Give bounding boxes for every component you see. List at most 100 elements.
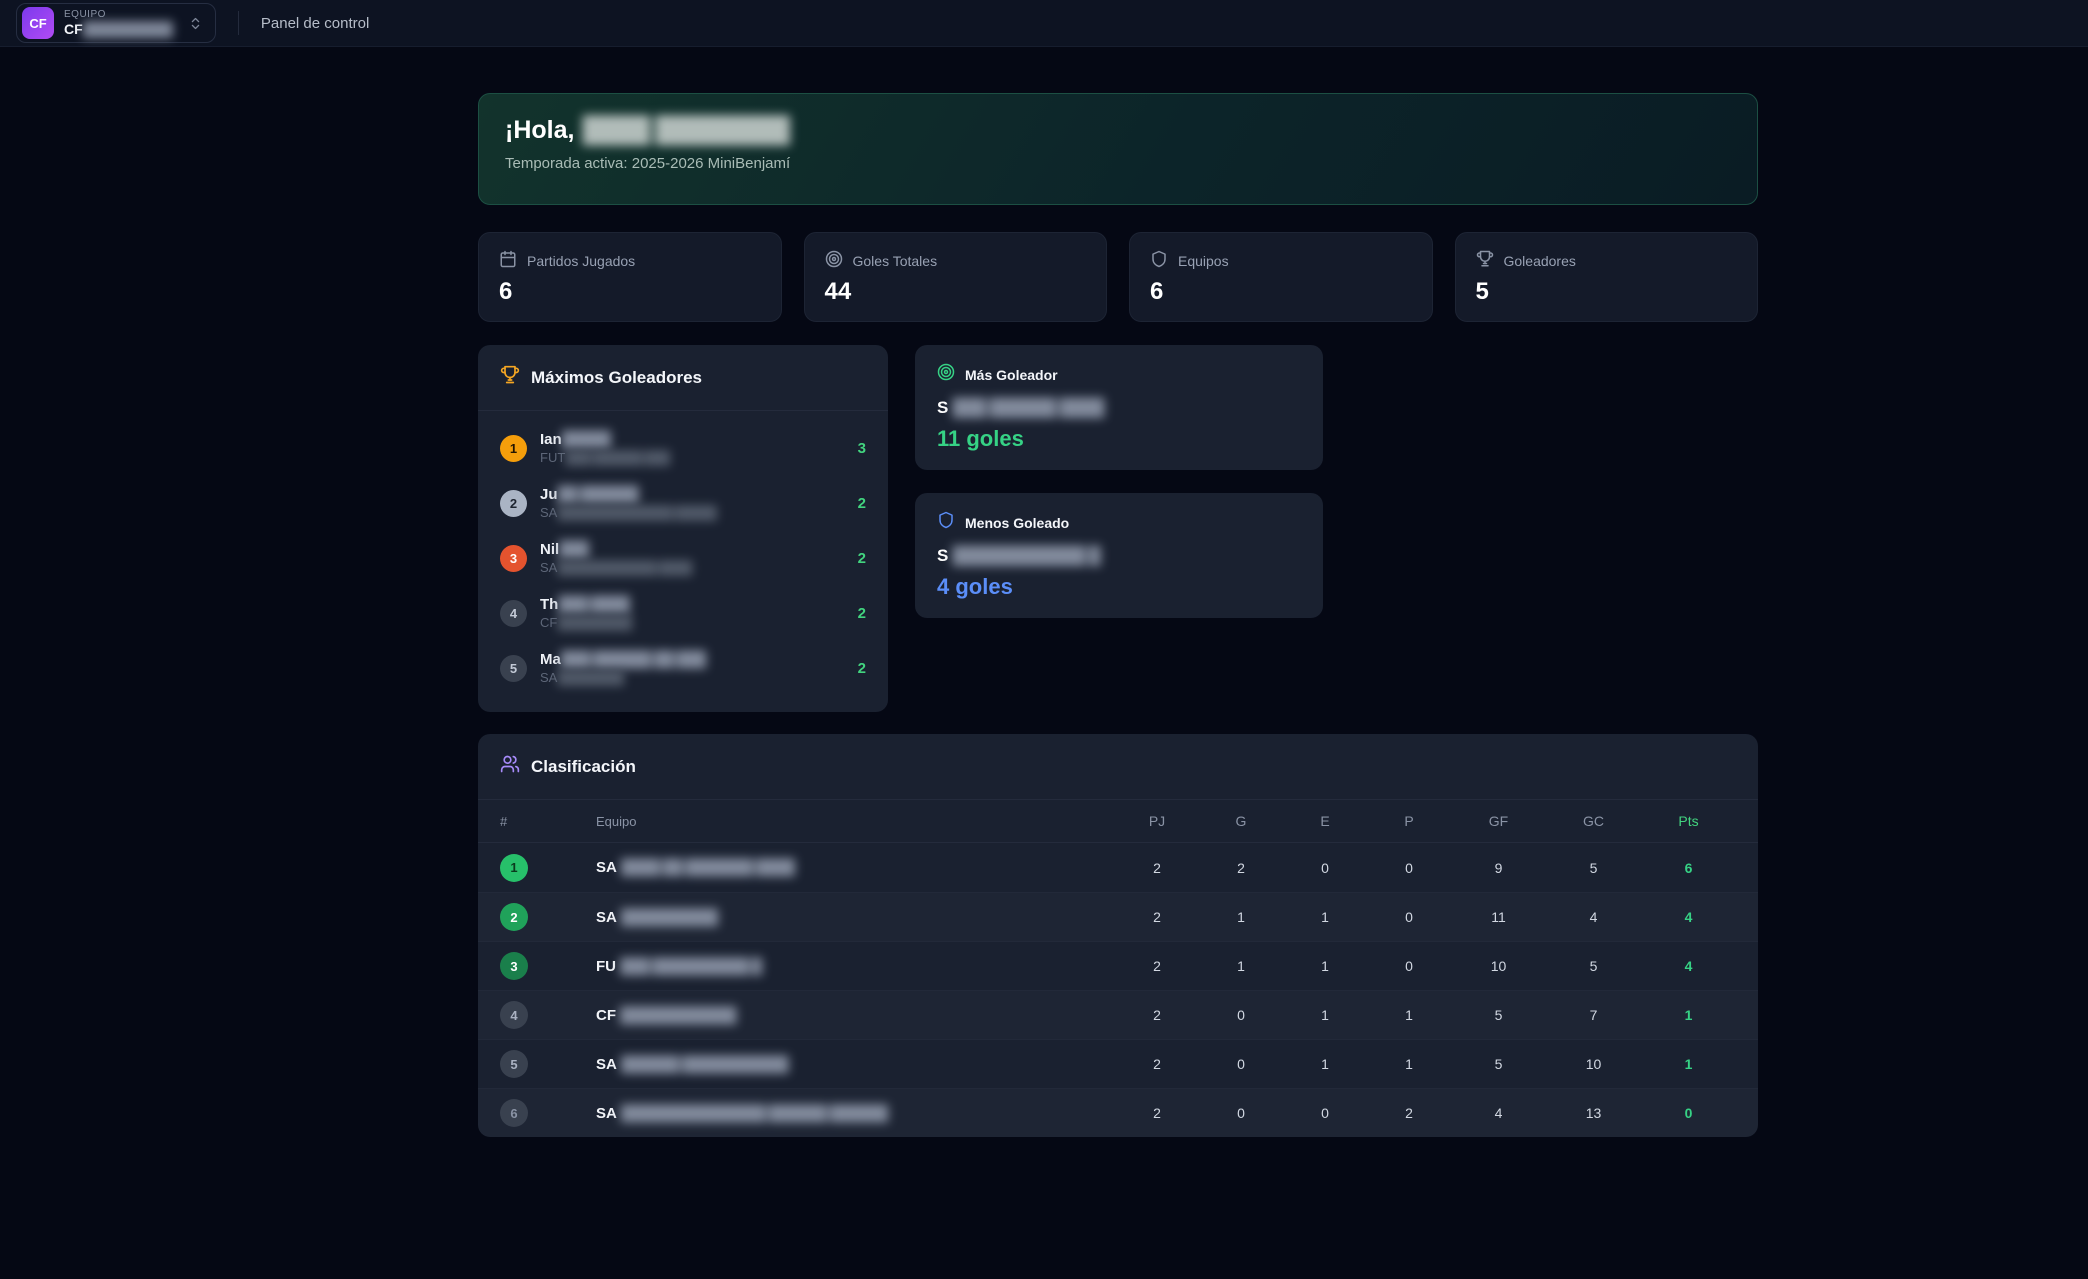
team-masked: ████████████ █ bbox=[952, 546, 1099, 566]
team-badge: CF bbox=[22, 7, 54, 39]
col-header-pts: Pts bbox=[1641, 813, 1736, 829]
scorer-name-masked: ███ ████ bbox=[558, 596, 629, 613]
most-scoring-team: S███ ██████ ████ bbox=[937, 398, 1301, 418]
team-masked: ███ ██████████ █ bbox=[620, 958, 761, 975]
most-scoring-value: 11 goles bbox=[937, 426, 1301, 452]
position-badge: 6 bbox=[500, 1099, 528, 1127]
users-icon bbox=[500, 754, 520, 779]
col-header-e: E bbox=[1283, 813, 1367, 829]
team-masked: ███████████████ ██████ ██████ bbox=[621, 1105, 887, 1122]
stat-card-partidos: Partidos Jugados 6 bbox=[478, 232, 782, 322]
trophy-icon bbox=[1476, 250, 1494, 271]
trophy-icon bbox=[500, 365, 520, 390]
card-title: Más Goleador bbox=[965, 367, 1058, 383]
stats-row: Partidos Jugados 6 Goles Totales 44 Equi… bbox=[478, 232, 1758, 322]
most-scoring-card: Más Goleador S███ ██████ ████ 11 goles bbox=[915, 345, 1323, 470]
scorer-row: 1 Ian█████ FUT███ ██████ ███ 3 bbox=[500, 421, 866, 476]
stat-label: Equipos bbox=[1178, 253, 1229, 269]
least-conceded-value: 4 goles bbox=[937, 574, 1301, 600]
col-header-team: Equipo bbox=[596, 814, 1115, 829]
standings-panel: Clasificación # Equipo PJ G E P GF GC Pt… bbox=[478, 734, 1758, 1137]
least-conceded-team: S████████████ █ bbox=[937, 546, 1301, 566]
standings-row: 1 SA████ ██ ███████ ████ 2 2 0 0 9 5 6 bbox=[478, 843, 1758, 892]
col-header-g: G bbox=[1199, 813, 1283, 829]
main-content: ¡Hola,████ ████████ Temporada activa: 20… bbox=[478, 93, 1758, 1137]
scorer-name-masked: █████ bbox=[562, 431, 610, 448]
scorer-goals: 2 bbox=[858, 660, 866, 677]
standings-row: 3 FU███ ██████████ █ 2 1 1 0 10 5 4 bbox=[478, 941, 1758, 990]
scorer-team-masked: ████████ bbox=[557, 670, 623, 685]
stat-label: Goleadores bbox=[1504, 253, 1576, 269]
rank-badge: 3 bbox=[500, 545, 527, 572]
team-selector[interactable]: CF EQUIPO CF██████████ bbox=[16, 3, 216, 43]
team-masked: ██████████ bbox=[621, 909, 717, 926]
standings-row: 4 CF████████████ 2 0 1 1 5 7 1 bbox=[478, 990, 1758, 1039]
greeting: ¡Hola,████ ████████ bbox=[505, 116, 1731, 145]
position-badge: 1 bbox=[500, 854, 528, 882]
scorer-team-masked: ██████████████ █████ bbox=[557, 505, 716, 520]
standings-header-row: # Equipo PJ G E P GF GC Pts bbox=[478, 800, 1758, 843]
panel-title: Máximos Goleadores bbox=[531, 368, 702, 388]
scorers-list: 1 Ian█████ FUT███ ██████ ███ 3 2 Ju██ ██… bbox=[478, 411, 888, 712]
nav-panel-de-control[interactable]: Panel de control bbox=[261, 15, 369, 32]
rank-badge: 2 bbox=[500, 490, 527, 517]
welcome-banner: ¡Hola,████ ████████ Temporada activa: 20… bbox=[478, 93, 1758, 205]
target-icon bbox=[937, 363, 955, 386]
rank-badge: 5 bbox=[500, 655, 527, 682]
position-badge: 5 bbox=[500, 1050, 528, 1078]
stat-label: Partidos Jugados bbox=[527, 253, 635, 269]
team-masked: ████████████ bbox=[620, 1007, 736, 1024]
team-masked: ██████ ███████████ bbox=[621, 1056, 788, 1073]
scorer-row: 3 Nil███ SA████████████ ████ 2 bbox=[500, 531, 866, 586]
standings-body: 1 SA████ ██ ███████ ████ 2 2 0 0 9 5 6 2… bbox=[478, 843, 1758, 1137]
chevrons-up-down-icon bbox=[188, 16, 203, 31]
team-meta: EQUIPO CF██████████ bbox=[64, 9, 172, 37]
position-badge: 2 bbox=[500, 903, 528, 931]
position-badge: 4 bbox=[500, 1001, 528, 1029]
rank-badge: 4 bbox=[500, 600, 527, 627]
shield-icon bbox=[937, 511, 955, 534]
top-scorers-panel: Máximos Goleadores 1 Ian█████ FUT███ ███… bbox=[478, 345, 888, 712]
stat-label: Goles Totales bbox=[853, 253, 938, 269]
calendar-icon bbox=[499, 250, 517, 271]
stat-value: 5 bbox=[1476, 278, 1738, 306]
position-badge: 3 bbox=[500, 952, 528, 980]
panel-title: Clasificación bbox=[531, 757, 636, 777]
col-header-pj: PJ bbox=[1115, 813, 1199, 829]
topbar-divider bbox=[238, 11, 239, 35]
scorer-name-masked: ██ ██████ bbox=[558, 486, 638, 503]
greeting-name-masked: ████ ████████ bbox=[582, 116, 789, 145]
col-header-gf: GF bbox=[1451, 813, 1546, 829]
scorer-goals: 3 bbox=[858, 440, 866, 457]
scorer-team-masked: █████████ bbox=[557, 615, 631, 630]
team-selector-label: EQUIPO bbox=[64, 9, 172, 21]
standings-row: 6 SA███████████████ ██████ ██████ 2 0 0 … bbox=[478, 1088, 1758, 1137]
card-title: Menos Goleado bbox=[965, 515, 1069, 531]
scorer-row: 2 Ju██ ██████ SA██████████████ █████ 2 bbox=[500, 476, 866, 531]
rank-badge: 1 bbox=[500, 435, 527, 462]
scorer-team-masked: ████████████ ████ bbox=[557, 560, 691, 575]
col-header-pos: # bbox=[500, 814, 596, 829]
scorer-team-masked: ███ ██████ ███ bbox=[565, 450, 669, 465]
least-conceded-card: Menos Goleado S████████████ █ 4 goles bbox=[915, 493, 1323, 618]
topbar: CF EQUIPO CF██████████ Panel de control bbox=[0, 0, 2088, 47]
team-name-masked: ██████████ bbox=[83, 21, 172, 37]
stat-value: 6 bbox=[499, 278, 761, 306]
team-name: CF██████████ bbox=[64, 21, 172, 37]
col-header-p: P bbox=[1367, 813, 1451, 829]
team-masked: ████ ██ ███████ ████ bbox=[621, 859, 794, 876]
shield-icon bbox=[1150, 250, 1168, 271]
scorer-row: 5 Ma███ ██████ ██ ███ SA████████ 2 bbox=[500, 641, 866, 696]
stat-value: 44 bbox=[825, 278, 1087, 306]
scorer-name-masked: ███ bbox=[559, 541, 588, 558]
col-header-gc: GC bbox=[1546, 813, 1641, 829]
target-icon bbox=[825, 250, 843, 271]
scorer-goals: 2 bbox=[858, 495, 866, 512]
standings-row: 2 SA██████████ 2 1 1 0 11 4 4 bbox=[478, 892, 1758, 941]
scorer-goals: 2 bbox=[858, 550, 866, 567]
team-masked: ███ ██████ ████ bbox=[952, 398, 1103, 418]
stat-card-goleadores: Goleadores 5 bbox=[1455, 232, 1759, 322]
scorer-name-masked: ███ ██████ ██ ███ bbox=[561, 651, 705, 668]
stat-card-equipos: Equipos 6 bbox=[1129, 232, 1433, 322]
scorer-goals: 2 bbox=[858, 605, 866, 622]
